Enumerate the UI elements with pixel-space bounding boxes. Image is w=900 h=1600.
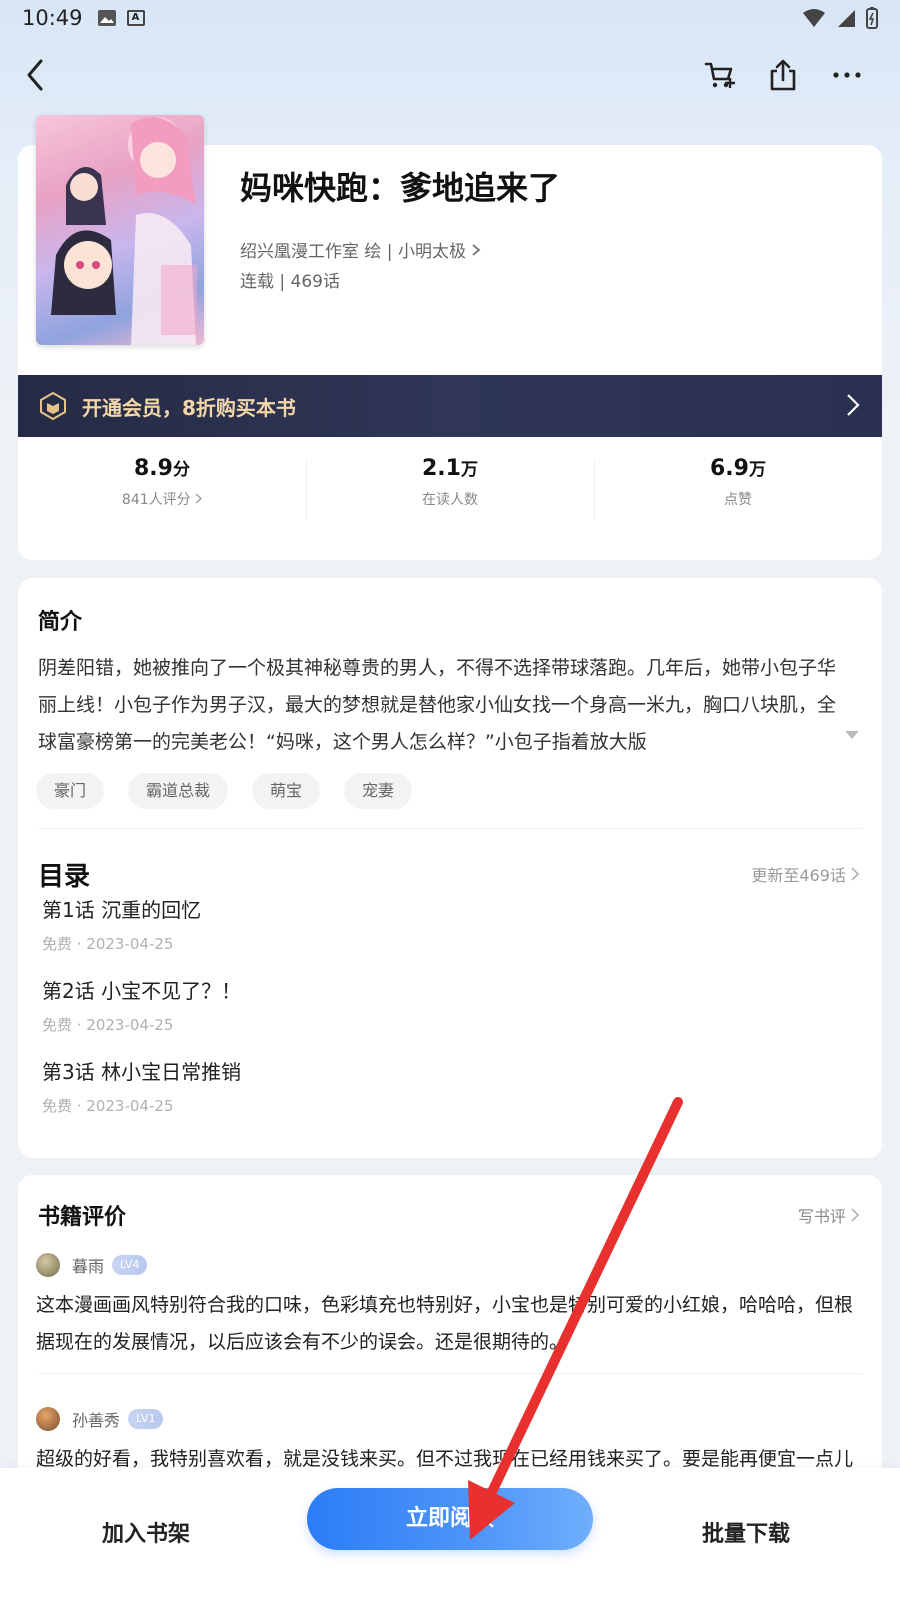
reviewer-info[interactable]: 孙善秀 LV1	[36, 1407, 164, 1431]
book-title: 妈咪快跑：爹地追来了	[240, 169, 561, 207]
stat-label: 在读人数	[422, 492, 478, 508]
stats-row: 8.9分 841人评分 2.1万 在读人数 6.9万 点赞	[18, 455, 882, 525]
reviewer-name: 孙善秀	[72, 1411, 121, 1430]
battery-icon	[866, 7, 878, 29]
chevron-right-icon	[851, 867, 860, 881]
tag-list: 豪门 霸道总裁 萌宝 宠妻	[36, 773, 413, 809]
stat-value: 6.9	[710, 456, 749, 481]
stat-unit: 万	[460, 460, 478, 480]
book-status: 连载 | 469话	[240, 272, 340, 292]
stat-readers: 2.1万 在读人数	[306, 455, 594, 525]
toc-update-text: 更新至469话	[751, 866, 846, 885]
book-cover-image[interactable]	[36, 115, 204, 345]
toc-update-link[interactable]: 更新至469话	[751, 862, 860, 886]
vip-book-icon	[40, 391, 66, 421]
reviewer-name: 暮雨	[72, 1257, 105, 1276]
chapter-item[interactable]: 第3话 林小宝日常推销 免费 · 2023-04-25	[42, 1056, 241, 1116]
level-badge: LV1	[128, 1409, 164, 1429]
chevron-right-icon	[847, 394, 860, 416]
chapter-title: 第3话 林小宝日常推销	[42, 1060, 242, 1084]
review-text[interactable]: 这本漫画画风特别符合我的口味，色彩填充也特别好，小宝也是特别可爱的小红娘，哈哈哈…	[36, 1287, 856, 1361]
expand-triangle-icon[interactable]	[844, 730, 860, 740]
add-to-shelf-button[interactable]: 加入书架	[102, 1516, 190, 1548]
tag[interactable]: 豪门	[36, 773, 105, 809]
intro-title: 简介	[38, 610, 83, 635]
intro-toc-card: 简介 阴差阳错，她被推向了一个极其神秘尊贵的男人，不得不选择带球落跑。几年后，她…	[18, 578, 882, 1158]
avatar[interactable]	[36, 1407, 60, 1431]
read-now-button[interactable]: 立即阅读	[307, 1488, 593, 1550]
back-arrow-icon	[27, 59, 43, 91]
tag[interactable]: 萌宝	[252, 773, 321, 809]
chapter-item[interactable]: 第1话 沉重的回忆 免费 · 2023-04-25	[42, 894, 201, 954]
chapter-item[interactable]: 第2话 小宝不见了？！ 免费 · 2023-04-25	[42, 975, 241, 1035]
chapter-title: 第2话 小宝不见了？！	[42, 979, 242, 1003]
chapter-meta: 免费 · 2023-04-25	[42, 1097, 174, 1115]
vip-banner-text: 开通会员，8折购买本书	[82, 395, 296, 420]
divider	[38, 828, 862, 829]
chapter-meta: 免费 · 2023-04-25	[42, 935, 174, 953]
stat-label: 点赞	[724, 492, 752, 508]
cart-icon	[704, 62, 735, 88]
cart-button[interactable]	[695, 50, 745, 100]
author-link[interactable]: 绍兴凰漫工作室 绘 | 小明太极	[240, 237, 481, 262]
tag[interactable]: 霸道总裁	[128, 773, 229, 809]
chevron-right-icon	[851, 1208, 860, 1222]
share-icon	[770, 59, 796, 91]
reviews-title: 书籍评价	[38, 1205, 127, 1230]
level-badge: LV4	[112, 1255, 148, 1275]
more-dots-icon	[833, 72, 861, 78]
toc-title: 目录	[38, 862, 91, 892]
bottom-action-bar: 加入书架 立即阅读 批量下载	[0, 1468, 900, 1600]
chapter-meta: 免费 · 2023-04-25	[42, 1016, 174, 1034]
top-nav-bar	[0, 50, 900, 100]
wifi-icon	[803, 9, 825, 27]
stat-unit: 分	[172, 460, 190, 480]
vip-banner[interactable]: 开通会员，8折购买本书	[18, 375, 882, 437]
avatar[interactable]	[36, 1253, 60, 1277]
status-bar: 10:49 A	[0, 0, 900, 36]
stat-rating[interactable]: 8.9分 841人评分	[18, 455, 306, 525]
stat-label: 841人评分	[121, 492, 191, 508]
stat-value: 8.9	[134, 456, 173, 481]
chevron-right-icon	[195, 493, 203, 504]
chevron-right-icon	[472, 244, 481, 256]
author-line: 绍兴凰漫工作室 绘 | 小明太极	[240, 242, 466, 262]
write-review-link[interactable]: 写书评	[798, 1203, 860, 1227]
signal-icon	[838, 10, 855, 27]
more-button[interactable]	[822, 50, 872, 100]
chapter-title: 第1话 沉重的回忆	[42, 898, 202, 922]
divider	[38, 1373, 862, 1374]
cover-illustration	[51, 117, 197, 345]
tag[interactable]: 宠妻	[344, 773, 413, 809]
image-icon	[97, 10, 116, 26]
status-time: 10:49	[22, 6, 83, 30]
stat-likes: 6.9万 点赞	[594, 455, 882, 525]
batch-download-button[interactable]: 批量下载	[702, 1516, 790, 1548]
share-button[interactable]	[758, 50, 808, 100]
stat-unit: 万	[748, 460, 766, 480]
stat-value: 2.1	[422, 456, 461, 481]
reviewer-info[interactable]: 暮雨 LV4	[36, 1253, 148, 1277]
write-review-text: 写书评	[797, 1207, 846, 1226]
font-icon: A	[126, 10, 145, 26]
back-button[interactable]	[10, 50, 60, 100]
intro-text[interactable]: 阴差阳错，她被推向了一个极其神秘尊贵的男人，不得不选择带球落跑。几年后，她带小包…	[38, 650, 848, 761]
